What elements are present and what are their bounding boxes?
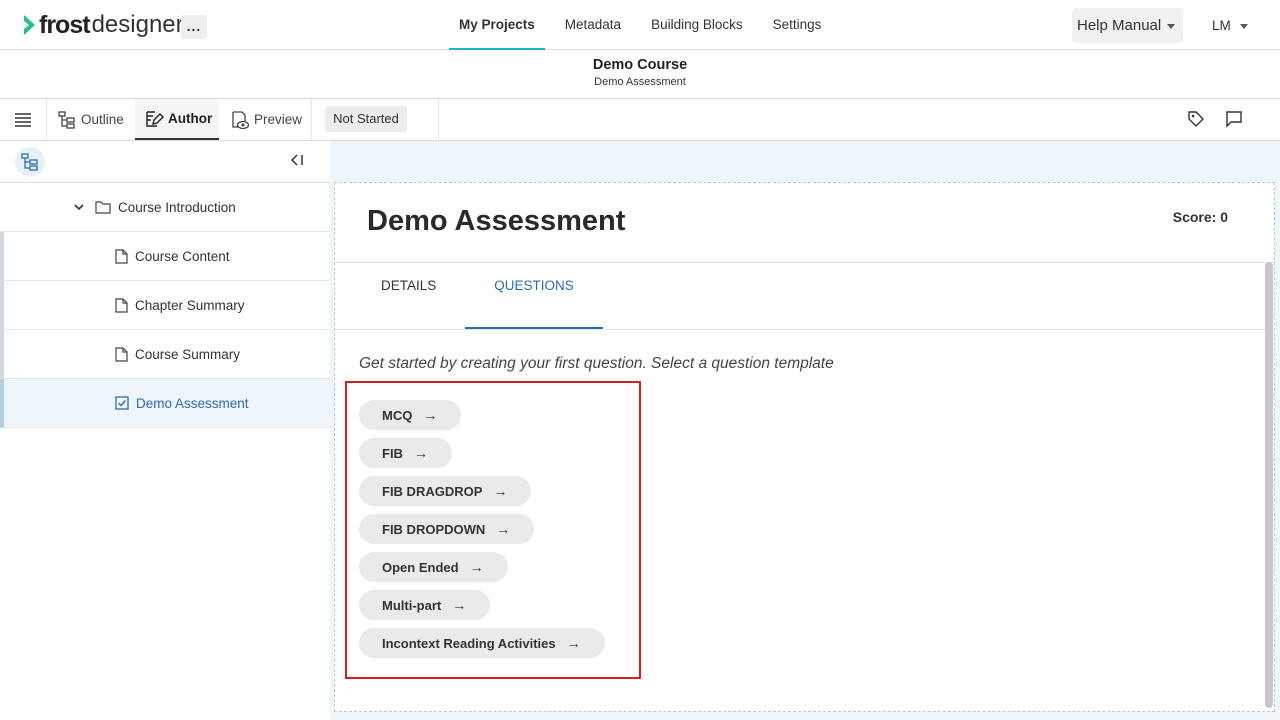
logo-chevron-icon: [24, 15, 35, 35]
tag-icon[interactable]: [1187, 110, 1205, 128]
template-fib-dropdown-button[interactable]: FIB DROPDOWN →: [359, 514, 535, 544]
chevron-down-icon: [1167, 23, 1176, 29]
logo-designer-text: designer: [91, 11, 184, 38]
sidebar-item-demo-assessment[interactable]: Demo Assessment: [0, 379, 330, 428]
tab-preview-label: Preview: [254, 112, 303, 127]
sidebar-header: [0, 141, 330, 183]
tab-questions[interactable]: QUESTIONS: [465, 263, 603, 329]
toolbar-divider: [438, 99, 439, 140]
toolbar-divider: [311, 99, 312, 140]
sidebar-item-course-content[interactable]: Course Content: [0, 232, 330, 281]
page-title: Demo Assessment: [367, 205, 626, 237]
assessment-tabs: DETAILS QUESTIONS: [335, 263, 1265, 330]
tab-outline-label: Outline: [81, 112, 124, 127]
hamburger-menu-button[interactable]: [0, 99, 47, 140]
score-label: Score: 0: [1172, 209, 1228, 225]
comment-icon[interactable]: [1225, 110, 1243, 128]
author-icon: [146, 110, 164, 127]
user-initials: LM: [1212, 18, 1231, 33]
tab-questions-label: QUESTIONS: [494, 278, 574, 293]
assessment-card: Demo Assessment Score: 0 DETAILS QUESTIO…: [334, 182, 1275, 712]
user-menu[interactable]: LM: [1212, 8, 1248, 43]
arrow-right-icon: →: [452, 597, 467, 613]
template-mcq-button[interactable]: MCQ →: [359, 400, 462, 430]
template-label: Incontext Reading Activities: [382, 635, 556, 651]
nav-building-blocks[interactable]: Building Blocks: [641, 0, 753, 50]
tab-preview[interactable]: Preview: [230, 99, 302, 140]
sidebar-item-label: Demo Assessment: [136, 395, 249, 411]
file-icon: [115, 297, 128, 313]
template-label: Open Ended: [382, 559, 459, 575]
course-title: Demo Course: [592, 57, 688, 73]
main-nav: My Projects Metadata Building Blocks Set…: [449, 0, 841, 50]
preview-icon: [232, 110, 250, 129]
template-label: Multi-part: [382, 597, 442, 613]
tree-icon: [21, 153, 38, 171]
assessment-header: Demo Assessment Score: 0: [335, 183, 1274, 263]
template-label: FIB DROPDOWN: [382, 521, 486, 537]
folder-icon: [95, 201, 111, 214]
tab-author[interactable]: Author: [135, 99, 219, 140]
template-open-ended-button[interactable]: Open Ended →: [359, 552, 508, 582]
file-icon: [115, 248, 128, 264]
sidebar-item-chapter-summary[interactable]: Chapter Summary: [0, 281, 330, 330]
help-manual-dropdown[interactable]: Help Manual: [1072, 8, 1183, 43]
outline-icon: [58, 110, 75, 129]
hamburger-icon: [15, 112, 31, 127]
template-label: FIB: [382, 445, 403, 461]
author-toolbar: Outline Author Preview: [0, 99, 1280, 141]
collapse-left-icon: [290, 154, 303, 166]
sidebar-item-label: Chapter Summary: [135, 297, 245, 313]
arrow-right-icon: →: [496, 521, 511, 537]
checkbox-icon: [115, 396, 129, 410]
template-fib-dragdrop-button[interactable]: FIB DRAGDROP →: [359, 476, 532, 506]
template-multi-part-button[interactable]: Multi-part →: [359, 590, 491, 620]
nav-settings[interactable]: Settings: [763, 0, 832, 50]
chevron-down-icon: [1239, 23, 1248, 29]
template-fib-button[interactable]: FIB →: [359, 438, 452, 468]
tab-details-label: DETAILS: [381, 278, 437, 293]
template-hint: Get started by creating your first quest…: [359, 355, 834, 372]
arrow-right-icon: →: [566, 635, 581, 651]
more-options-button[interactable]: ...: [181, 15, 207, 39]
tree-view-toggle[interactable]: [15, 147, 45, 177]
template-incontext-reading-button[interactable]: Incontext Reading Activities →: [359, 628, 605, 658]
arrow-right-icon: →: [423, 407, 438, 423]
nav-my-projects[interactable]: My Projects: [449, 0, 545, 50]
collapse-sidebar-button[interactable]: [290, 153, 304, 171]
status-badge[interactable]: Not Started: [325, 106, 407, 132]
help-manual-label: Help Manual: [1077, 17, 1162, 34]
arrow-right-icon: →: [469, 559, 484, 575]
chevron-down-icon[interactable]: [73, 201, 85, 213]
arrow-right-icon: →: [413, 445, 428, 461]
arrow-right-icon: →: [493, 483, 508, 499]
sidebar-item-label: Course Introduction: [118, 199, 236, 215]
tab-author-label: Author: [168, 111, 213, 126]
template-label: MCQ: [382, 407, 413, 423]
logo-frost-text: frost: [39, 10, 91, 39]
tab-outline[interactable]: Outline: [57, 99, 124, 140]
sidebar-item-label: Course Content: [135, 248, 230, 264]
sidebar-item-course-summary[interactable]: Course Summary: [0, 330, 330, 379]
question-template-list: MCQ → FIB → FIB DRAGDROP → FIB DROPDOWN → Op…: [359, 400, 649, 666]
frost-designer-logo[interactable]: frost designer: [22, 10, 184, 40]
tab-details[interactable]: DETAILS: [365, 263, 452, 329]
template-label: FIB DRAGDROP: [382, 483, 483, 499]
nav-metadata[interactable]: Metadata: [555, 0, 631, 50]
sidebar-item-label: Course Summary: [135, 346, 241, 362]
outline-sidebar: Course Introduction Course Content Chapt…: [0, 141, 330, 720]
sidebar-item-course-introduction[interactable]: Course Introduction: [0, 183, 330, 232]
course-subtitle: Demo Assessment: [594, 76, 686, 88]
file-icon: [115, 346, 128, 362]
course-header: Demo Course Demo Assessment: [0, 50, 1280, 99]
content-scrollbar[interactable]: [1265, 262, 1273, 708]
top-bar: frost designer ... My Projects Metadata …: [0, 0, 1280, 50]
